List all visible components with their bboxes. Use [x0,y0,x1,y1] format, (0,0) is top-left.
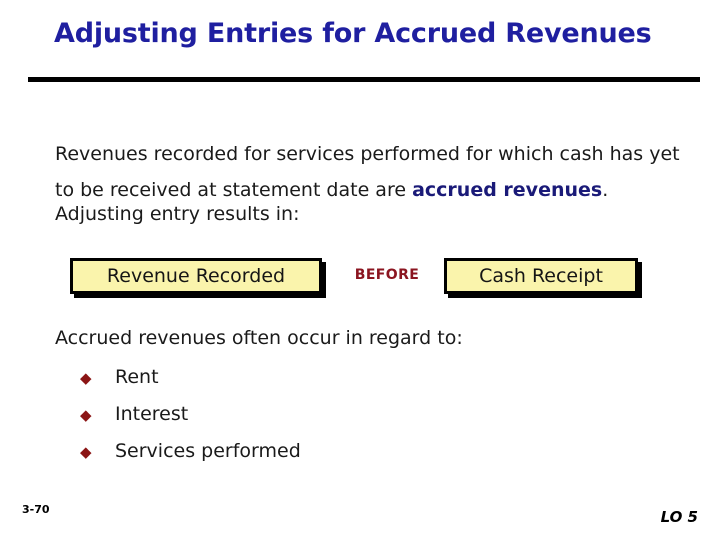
accrued-revenues-term: accrued revenues [412,179,603,201]
list-item-label: Services performed [115,440,301,462]
slide-number: 3-70 [22,503,50,516]
accrued-revenue-examples-list: ◆ Rent ◆ Interest ◆ Services performed [80,366,500,477]
list-item: ◆ Interest [80,403,500,440]
list-item-label: Rent [115,366,159,388]
page-title: Adjusting Entries for Accrued Revenues [54,18,652,49]
occurrence-lead-text: Accrued revenues often occur in regard t… [55,327,463,349]
list-item: ◆ Services performed [80,440,500,477]
cash-receipt-box: Cash Receipt [444,258,638,294]
diamond-bullet-icon: ◆ [80,443,92,461]
adjusting-entry-lead: Adjusting entry results in: [55,203,300,225]
learning-objective-badge: LO 5 [660,508,698,526]
list-item: ◆ Rent [80,366,500,403]
intro-text-after-term: . [602,179,609,201]
intro-paragraph: Revenues recorded for services performed… [55,136,693,208]
revenue-recorded-label: Revenue Recorded [106,265,286,287]
flow-connector-before-label: BEFORE [354,267,420,283]
accrual-flow-diagram: Revenue Recorded BEFORE Cash Receipt [0,256,720,306]
revenue-recorded-box: Revenue Recorded [70,258,322,294]
diamond-bullet-icon: ◆ [80,406,92,424]
title-divider [28,77,700,82]
cash-receipt-label: Cash Receipt [479,265,603,287]
list-item-label: Interest [115,403,189,425]
diamond-bullet-icon: ◆ [80,369,92,387]
